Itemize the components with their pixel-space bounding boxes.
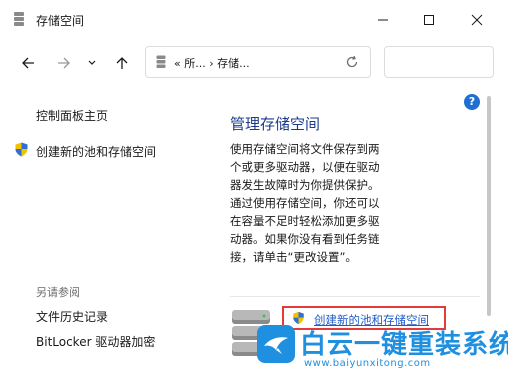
maximize-button[interactable] [412,8,446,32]
storage-spaces-icon [14,12,24,26]
maximize-icon [424,15,434,25]
help-icon[interactable]: ? [464,94,480,110]
up-button[interactable] [110,52,134,74]
uac-shield-icon [15,142,28,157]
see-also-heading: 另请参阅 [36,286,80,299]
close-icon [471,14,483,26]
sidebar-item-create-pool[interactable]: 创建新的池和存储空间 [36,143,156,160]
watermark-text: 白云一键重装系统 [300,330,508,360]
watermark-url: www.baiyunxitong.com [304,358,431,369]
breadcrumb-item[interactable]: 存储... [217,57,250,70]
close-button[interactable] [460,8,494,32]
window-title: 存储空间 [36,14,85,28]
arrow-up-icon [116,57,128,69]
breadcrumb[interactable]: « 所... › 存储... [174,55,250,71]
sidebar-item-file-history[interactable]: 文件历史记录 [36,308,108,325]
title-bar: 存储空间 [0,0,508,40]
sidebar-item-bitlocker[interactable]: BitLocker 驱动器加密 [36,333,155,350]
storage-spaces-icon [156,55,166,68]
back-button[interactable] [16,52,40,74]
divider [230,296,480,297]
minimize-button[interactable] [366,8,400,32]
arrow-right-icon [58,57,70,69]
address-bar[interactable]: « 所... › 存储... [145,46,371,78]
scrollbar[interactable] [487,96,491,316]
sidebar-item-control-panel-home[interactable]: 控制面板主页 [36,107,108,124]
recent-locations-button[interactable] [82,52,102,74]
search-input[interactable] [384,46,494,78]
chevron-down-icon [88,60,96,65]
breadcrumb-item[interactable]: 所... [184,57,206,70]
arrow-left-icon [22,57,34,69]
breadcrumb-overflow[interactable]: « [174,57,181,70]
page-description: 使用存储空间将文件保存到两个或更多驱动器，以便在驱动器发生故障时为你提供保护。通… [230,142,380,264]
page-title: 管理存储空间 [230,115,321,133]
forward-button[interactable] [52,52,76,74]
bird-logo-icon [257,325,295,363]
minimize-icon [378,19,388,21]
refresh-icon[interactable] [344,54,360,70]
breadcrumb-separator-icon: › [209,57,218,70]
watermark: 白云一键重装系统 www.baiyunxitong.com [252,322,508,374]
